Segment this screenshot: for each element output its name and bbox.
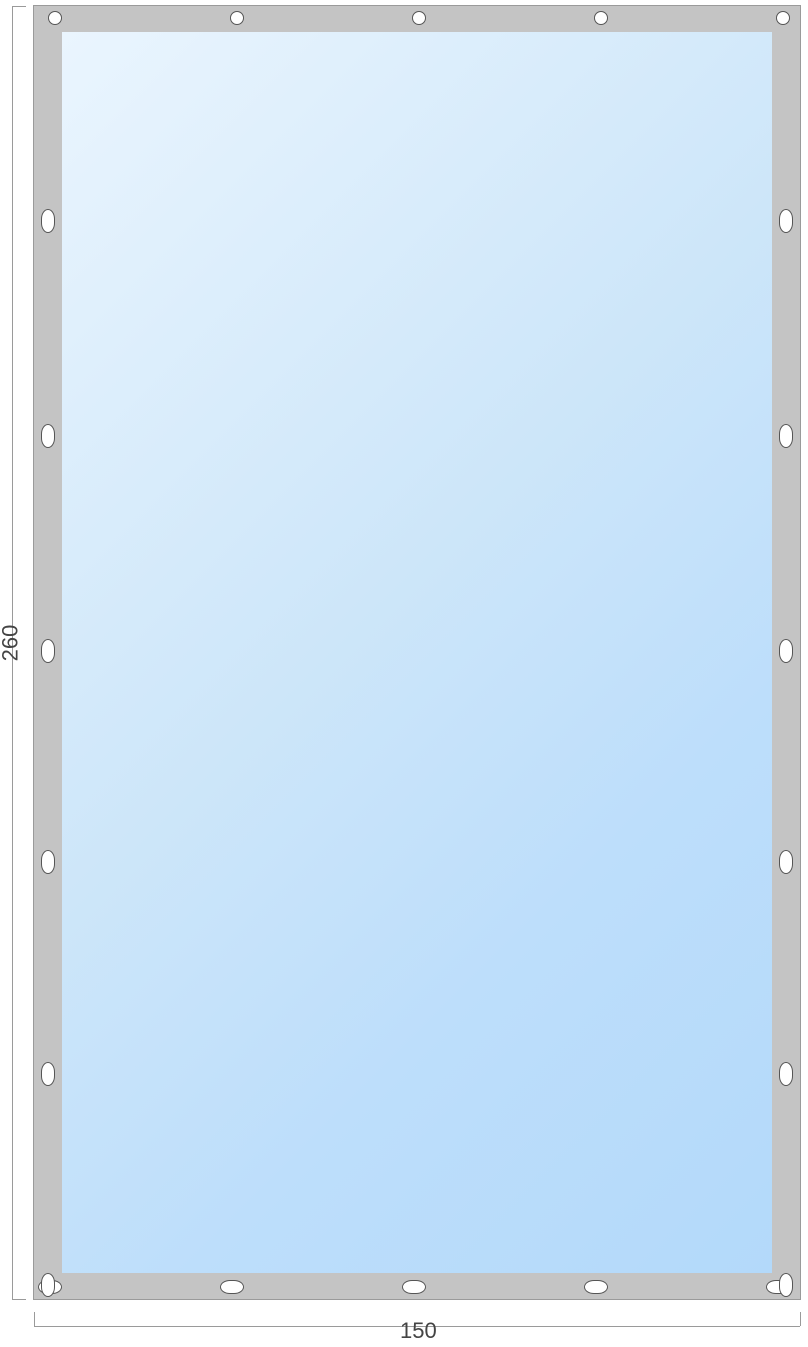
eyelet-top (776, 11, 790, 25)
dimension-height-tick (12, 1299, 26, 1300)
eyelet-left (41, 209, 55, 233)
eyelet-left (41, 1062, 55, 1086)
eyelet-bottom (584, 1280, 608, 1294)
eyelet-right (779, 424, 793, 448)
eyelet-left (41, 639, 55, 663)
dimension-height-tick (12, 6, 26, 7)
eyelet-right (779, 1273, 793, 1297)
eyelet-right (779, 1062, 793, 1086)
dimension-width-tick (800, 1312, 801, 1326)
eyelet-left (41, 424, 55, 448)
eyelet-right (779, 209, 793, 233)
eyelet-right (779, 850, 793, 874)
eyelet-top (412, 11, 426, 25)
eyelet-top (230, 11, 244, 25)
eyelet-bottom (402, 1280, 426, 1294)
eyelet-left (41, 1273, 55, 1297)
dimension-height-label: 260 (0, 625, 23, 662)
eyelet-top (48, 11, 62, 25)
eyelet-bottom (220, 1280, 244, 1294)
dimension-width-tick (34, 1312, 35, 1326)
dimension-width-label: 150 (400, 1318, 437, 1344)
eyelet-left (41, 850, 55, 874)
eyelet-right (779, 639, 793, 663)
tarp-panel (34, 6, 800, 1299)
eyelet-top (594, 11, 608, 25)
